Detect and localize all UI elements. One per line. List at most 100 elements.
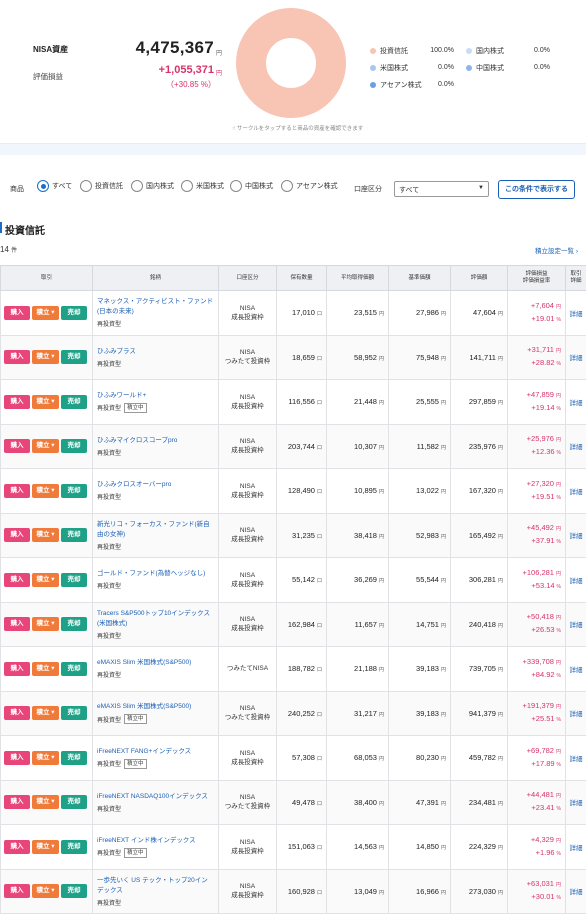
accumulate-dropdown-button[interactable]: 積立 ▾ — [32, 617, 59, 631]
section-title: 投資信託 — [5, 222, 45, 237]
radio-all[interactable]: すべて — [37, 180, 72, 192]
allocation-donut-chart[interactable] — [236, 8, 346, 118]
detail-link[interactable]: 詳細 — [566, 513, 586, 558]
radio-icon[interactable] — [181, 180, 193, 192]
sell-button[interactable]: 売却 — [61, 884, 87, 898]
account-type-select[interactable]: すべて ▼ — [394, 181, 489, 197]
sell-button[interactable]: 売却 — [61, 528, 87, 542]
fund-name-link[interactable]: eMAXIS Slim 米国株式(S&P500) — [97, 702, 214, 712]
detail-link[interactable]: 詳細 — [566, 869, 586, 914]
fund-name-link[interactable]: 新光リコ・フォーカス・ファンド(新自由の女神) — [97, 520, 214, 540]
fund-name-link[interactable]: ひふみワールド+ — [97, 391, 214, 401]
fund-name-link[interactable]: iFreeNEXT NASDAQ100インデックス — [97, 792, 214, 802]
sell-button[interactable]: 売却 — [61, 306, 87, 320]
buy-button[interactable]: 購入 — [4, 706, 30, 720]
buy-button[interactable]: 購入 — [4, 795, 30, 809]
accumulate-dropdown-button[interactable]: 積立 ▾ — [32, 395, 59, 409]
buy-button[interactable]: 購入 — [4, 573, 30, 587]
accumulate-dropdown-button[interactable]: 積立 ▾ — [32, 795, 59, 809]
radio-icon[interactable] — [281, 180, 293, 192]
sell-button[interactable]: 売却 — [61, 840, 87, 854]
radio-asean-stock[interactable]: アセアン株式 — [281, 180, 338, 192]
radio-selected-icon[interactable] — [37, 180, 49, 192]
buy-button[interactable]: 購入 — [4, 528, 30, 542]
sell-button[interactable]: 売却 — [61, 795, 87, 809]
buy-button[interactable]: 購入 — [4, 484, 30, 498]
detail-link[interactable]: 詳細 — [566, 335, 586, 380]
base-price-value: 47,391 — [416, 798, 439, 807]
account-cell: NISA成長投資枠 — [219, 513, 277, 558]
accumulate-dropdown-button[interactable]: 積立 ▾ — [32, 884, 59, 898]
buy-button[interactable]: 購入 — [4, 306, 30, 320]
radio-icon[interactable] — [230, 180, 242, 192]
accumulate-dropdown-button[interactable]: 積立 ▾ — [32, 439, 59, 453]
radio-us-stock[interactable]: 米国株式 — [181, 180, 224, 192]
detail-link[interactable]: 詳細 — [566, 469, 586, 514]
sell-button[interactable]: 売却 — [61, 484, 87, 498]
profit-loss-cell: +63,031円 +30.01% — [508, 869, 566, 914]
average-cost-value: 10,895 — [354, 486, 377, 495]
sell-button[interactable]: 売却 — [61, 662, 87, 676]
radio-icon[interactable] — [131, 180, 143, 192]
average-cost-value: 36,269 — [354, 575, 377, 584]
detail-link[interactable]: 詳細 — [566, 647, 586, 692]
show-results-button[interactable]: この条件で表示する — [498, 180, 575, 199]
sell-button[interactable]: 売却 — [61, 573, 87, 587]
radio-domestic-stock[interactable]: 国内株式 — [131, 180, 174, 192]
unit: 円 — [498, 756, 503, 762]
detail-link[interactable]: 詳細 — [566, 291, 586, 336]
buy-button[interactable]: 購入 — [4, 751, 30, 765]
fund-name-link[interactable]: ゴールド・ファンド(為替ヘッジなし) — [97, 569, 214, 579]
buy-button[interactable]: 購入 — [4, 617, 30, 631]
detail-link[interactable]: 詳細 — [566, 736, 586, 781]
fund-name-link[interactable]: Tracers S&P500トップ10インデックス(米国株式) — [97, 609, 214, 629]
buy-button[interactable]: 購入 — [4, 350, 30, 364]
sell-button[interactable]: 売却 — [61, 439, 87, 453]
fund-name-link[interactable]: 一歩先いく US テック・トップ20インデックス — [97, 876, 214, 896]
accumulate-dropdown-button[interactable]: 積立 ▾ — [32, 573, 59, 587]
sell-button[interactable]: 売却 — [61, 350, 87, 364]
detail-link[interactable]: 詳細 — [566, 602, 586, 647]
sell-button[interactable]: 売却 — [61, 395, 87, 409]
radio-investment-trust[interactable]: 投資信託 — [80, 180, 123, 192]
buy-button[interactable]: 購入 — [4, 395, 30, 409]
detail-link[interactable]: 詳細 — [566, 558, 586, 603]
accumulate-dropdown-button[interactable]: 積立 ▾ — [32, 528, 59, 542]
accumulate-dropdown-button[interactable]: 積立 ▾ — [32, 662, 59, 676]
buy-button[interactable]: 購入 — [4, 439, 30, 453]
accumulate-dropdown-button[interactable]: 積立 ▾ — [32, 350, 59, 364]
detail-link[interactable]: 詳細 — [566, 825, 586, 870]
radio-china-stock[interactable]: 中国株式 — [230, 180, 273, 192]
fund-name-link[interactable]: eMAXIS Slim 米国株式(S&P500) — [97, 658, 214, 668]
radio-icon[interactable] — [80, 180, 92, 192]
profit-loss-cell: +25,976円 +12.36% — [508, 424, 566, 469]
fund-name-link[interactable]: iFreeNEXT インド株インデックス — [97, 836, 214, 846]
fund-name-link[interactable]: ひふみプラス — [97, 347, 214, 357]
sell-button[interactable]: 売却 — [61, 617, 87, 631]
accumulate-dropdown-button[interactable]: 積立 ▾ — [32, 751, 59, 765]
fund-name-cell: iFreeNEXT FANG+インデックス 再投資型積立中 — [93, 736, 219, 781]
accumulate-dropdown-button[interactable]: 積立 ▾ — [32, 306, 59, 320]
buy-button[interactable]: 購入 — [4, 840, 30, 854]
detail-link[interactable]: 詳細 — [566, 780, 586, 825]
detail-link[interactable]: 詳細 — [566, 691, 586, 736]
sell-button[interactable]: 売却 — [61, 706, 87, 720]
fund-name-link[interactable]: マネックス・アクティビスト・ファンド(日本の未来) — [97, 297, 214, 317]
fund-name-link[interactable]: ひふみマイクロスコープpro — [97, 436, 214, 446]
sell-button[interactable]: 売却 — [61, 751, 87, 765]
table-row: 購入積立 ▾売却 eMAXIS Slim 米国株式(S&P500) 再投資型 つ… — [1, 647, 586, 692]
buy-button[interactable]: 購入 — [4, 884, 30, 898]
detail-link[interactable]: 詳細 — [566, 380, 586, 425]
donut-slice-0[interactable] — [251, 23, 331, 103]
fund-name-link[interactable]: iFreeNEXT FANG+インデックス — [97, 747, 214, 757]
accumulate-dropdown-button[interactable]: 積立 ▾ — [32, 484, 59, 498]
pl-rate-value: +19.14 — [531, 403, 554, 412]
detail-link[interactable]: 詳細 — [566, 424, 586, 469]
fund-name-link[interactable]: ひふみクロスオーバーpro — [97, 480, 214, 490]
accumulation-settings-link[interactable]: 積立設定一覧 › — [535, 245, 578, 255]
quantity-cell: 203,744口 — [277, 424, 327, 469]
accumulate-dropdown-button[interactable]: 積立 ▾ — [32, 706, 59, 720]
base-price-cell: 14,751円 — [389, 602, 451, 647]
accumulate-dropdown-button[interactable]: 積立 ▾ — [32, 840, 59, 854]
buy-button[interactable]: 購入 — [4, 662, 30, 676]
